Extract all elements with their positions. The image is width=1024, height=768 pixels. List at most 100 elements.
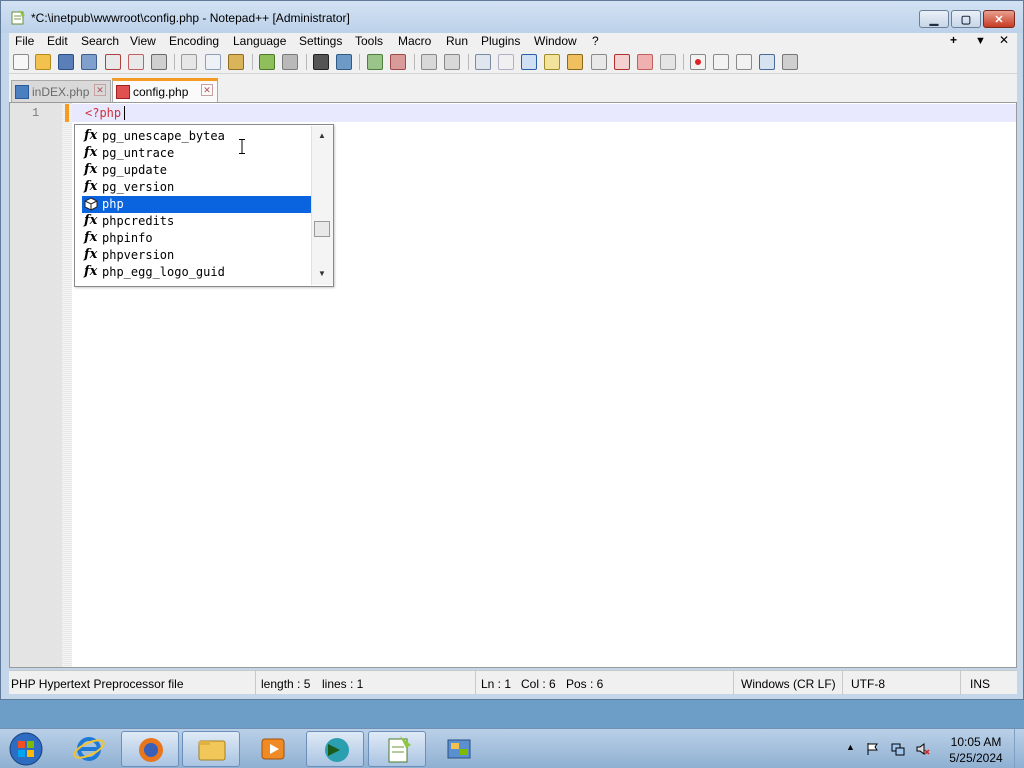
autocomplete-item[interactable]: fx phpversion [82,247,311,264]
menu-macro[interactable]: Macro [398,34,431,48]
copy-icon[interactable] [205,54,221,70]
menu-search[interactable]: Search [81,34,119,48]
menu-view[interactable]: View [130,34,156,48]
play-macro-icon[interactable] [736,54,752,70]
scrollbar-thumb[interactable] [314,221,330,237]
show-all-chars-icon[interactable] [498,54,514,70]
volume-muted-icon[interactable] [916,742,930,756]
autocomplete-item-label: pg_unescape_bytea [102,129,225,143]
taskbar-internet-explorer[interactable] [60,731,118,767]
tab-index-php[interactable]: inDEX.php ✕ [11,80,111,102]
autocomplete-item[interactable]: fx pg_update [82,162,311,179]
tab-close-icon[interactable]: ✕ [201,84,213,96]
function-icon: fx [84,145,98,160]
find-icon[interactable] [313,54,329,70]
undo-icon[interactable] [259,54,275,70]
start-button[interactable] [5,731,47,767]
taskbar-app[interactable] [306,731,364,767]
user-language-icon[interactable] [544,54,560,70]
status-length: length : 5 [261,677,311,691]
status-file-type-cell: PHP Hypertext Preprocessor file [9,671,256,695]
taskbar-media-player[interactable] [244,731,302,767]
title-bar[interactable]: *C:\inetpub\wwwroot\config.php - Notepad… [1,1,1023,33]
record-macro-icon[interactable] [690,54,706,70]
autocomplete-item-label: pg_update [102,163,168,177]
menu-tools[interactable]: Tools [355,34,383,48]
network-icon[interactable] [891,742,905,756]
save-all-icon[interactable] [81,54,97,70]
replace-icon[interactable] [336,54,352,70]
menu-language[interactable]: Language [233,34,286,48]
menu-settings[interactable]: Settings [299,34,342,48]
toolbar-separator [359,54,360,70]
close-all-icon[interactable] [128,54,144,70]
eye-icon[interactable] [660,54,676,70]
code-line[interactable]: <?php [85,106,121,120]
run-macro-multiple-icon[interactable] [759,54,775,70]
zoom-in-icon[interactable] [367,54,383,70]
autocomplete-item[interactable]: fx phpcredits [82,213,311,230]
indent-guide-icon[interactable] [521,54,537,70]
menu-encoding[interactable]: Encoding [169,34,219,48]
paste-icon[interactable] [228,54,244,70]
menu-plugins[interactable]: Plugins [481,34,520,48]
taskbar-file-explorer[interactable] [182,731,240,767]
open-file-icon[interactable] [35,54,51,70]
menu-help[interactable]: ? [592,34,599,48]
cut-icon[interactable] [181,54,197,70]
function-list-icon[interactable] [591,54,607,70]
show-hidden-icons-icon[interactable]: ▲ [846,742,860,756]
monitoring-icon[interactable] [637,54,653,70]
media-player-icon [261,738,285,760]
autocomplete-item-selected[interactable]: php [82,196,311,213]
new-file-icon[interactable] [13,54,29,70]
close-file-icon[interactable] [105,54,121,70]
action-center-flag-icon[interactable] [866,742,880,756]
redo-icon[interactable] [282,54,298,70]
taskbar-network-app[interactable] [430,731,488,767]
close-window-button[interactable]: ✕ [983,10,1015,28]
tab-list-icon[interactable]: ▼ [975,35,986,47]
scroll-up-icon[interactable]: ▲ [318,131,326,140]
menu-window[interactable]: Window [534,34,577,48]
status-mode-cell[interactable]: INS [961,671,1017,695]
menu-edit[interactable]: Edit [47,34,68,48]
stop-macro-icon[interactable] [713,54,729,70]
save-icon[interactable] [58,54,74,70]
word-wrap-icon[interactable] [475,54,491,70]
print-icon[interactable] [151,54,167,70]
tab-close-icon[interactable]: ✕ [94,84,106,96]
minimize-button[interactable]: ▁ [919,10,949,28]
autocomplete-item[interactable]: fx pg_version [82,179,311,196]
maximize-icon: ▢ [960,13,972,26]
status-file-type: PHP Hypertext Preprocessor file [11,677,184,691]
menu-run[interactable]: Run [446,34,468,48]
taskbar-firefox[interactable] [121,731,179,767]
tab-config-php[interactable]: config.php ✕ [112,78,218,102]
sync-horizontal-icon[interactable] [444,54,460,70]
status-position-cell[interactable]: Ln : 1 Col : 6 Pos : 6 [476,671,734,695]
fold-margin[interactable] [62,103,72,667]
status-eol-cell[interactable]: Windows (CR LF) [734,671,843,695]
autocomplete-item[interactable]: fx pg_untrace [82,145,311,162]
status-encoding-cell[interactable]: UTF-8 [843,671,961,695]
maximize-button[interactable]: ▢ [951,10,981,28]
show-desktop-button[interactable] [1014,729,1024,768]
autocomplete-item[interactable]: fx pg_unescape_bytea [82,128,311,145]
autocomplete-item[interactable]: fx phpinfo [82,230,311,247]
menu-file[interactable]: File [15,34,34,48]
zoom-out-icon[interactable] [390,54,406,70]
change-marker [65,104,69,122]
scroll-down-icon[interactable]: ▼ [318,269,326,278]
sync-vertical-icon[interactable] [421,54,437,70]
close-doc-icon[interactable]: ✕ [999,33,1009,47]
autocomplete-scrollbar[interactable]: ▲ ▼ [311,126,333,285]
autocomplete-item[interactable]: fx php_egg_logo_guid [82,264,311,281]
notepadpp-icon [388,736,411,763]
new-doc-plus-icon[interactable]: + [950,33,957,47]
folder-as-workspace-icon[interactable] [614,54,630,70]
save-macro-icon[interactable] [782,54,798,70]
doc-map-icon[interactable] [567,54,583,70]
system-clock[interactable]: 10:05 AM 5/25/2024 [944,734,1008,766]
taskbar-notepadpp[interactable] [368,731,426,767]
